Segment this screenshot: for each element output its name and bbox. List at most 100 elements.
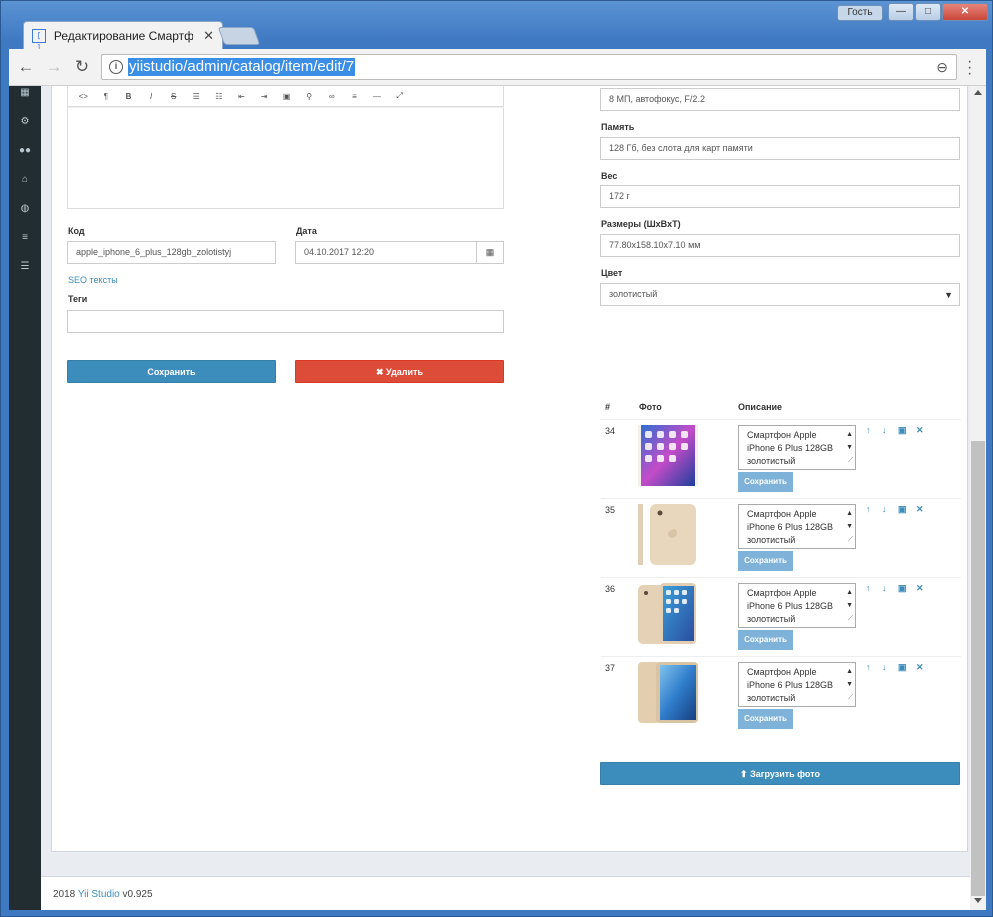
- save-button[interactable]: Сохранить: [67, 360, 276, 383]
- image-icon[interactable]: ▣: [898, 425, 907, 436]
- seo-texts-link[interactable]: SEO тексты: [68, 275, 118, 285]
- url-text[interactable]: yiistudio/admin/catalog/item/edit/7: [128, 58, 356, 76]
- delete-icon[interactable]: ✕: [916, 583, 924, 594]
- horizontal-rule-icon[interactable]: —: [366, 92, 389, 101]
- delete-icon[interactable]: ✕: [916, 662, 924, 673]
- globe-icon[interactable]: ◍: [9, 199, 41, 219]
- upload-photo-button[interactable]: ⬆ Загрузить фото: [600, 762, 960, 785]
- gear-icon[interactable]: ⚙: [9, 112, 41, 132]
- new-tab-button[interactable]: [217, 27, 261, 45]
- link-icon[interactable]: ⚲: [298, 92, 321, 101]
- delete-button[interactable]: ✖ Удалить: [295, 360, 504, 383]
- page-favicon-icon: [ ]: [32, 28, 46, 52]
- photo-description-input[interactable]: Смартфон Apple iPhone 6 Plus 128GB золот…: [738, 583, 856, 628]
- save-photo-button[interactable]: Сохранить: [738, 709, 793, 729]
- forward-arrow-icon[interactable]: →: [43, 57, 65, 79]
- paragraph-icon[interactable]: ¶: [95, 92, 118, 101]
- arrow-up-icon[interactable]: ↑: [866, 583, 871, 593]
- address-bar[interactable]: i yiistudio/admin/catalog/item/edit/7 ⊖: [101, 54, 957, 80]
- delete-icon[interactable]: ✕: [916, 425, 924, 436]
- footer-brand-link[interactable]: Yii Studio: [78, 889, 120, 900]
- spinner-icon[interactable]: ▲ ▼: [846, 665, 853, 691]
- photo-description-input[interactable]: Смартфон Apple iPhone 6 Plus 128GB золот…: [738, 425, 856, 470]
- ordered-list-icon[interactable]: ☷: [208, 92, 231, 101]
- page-scrollbar[interactable]: [970, 86, 986, 910]
- color-select-value: золотистый: [609, 289, 658, 299]
- size-input[interactable]: 77.80x158.10x7.10 мм: [600, 234, 960, 257]
- image-icon[interactable]: ▣: [898, 504, 907, 515]
- photo-description-input[interactable]: Смартфон Apple iPhone 6 Plus 128GB золот…: [738, 662, 856, 707]
- photo-description-input[interactable]: Смартфон Apple iPhone 6 Plus 128GB золот…: [738, 504, 856, 549]
- italic-icon[interactable]: I: [140, 92, 163, 101]
- description-editor[interactable]: [67, 107, 504, 209]
- code-view-icon[interactable]: <>: [72, 92, 95, 101]
- image-icon[interactable]: ▣: [898, 662, 907, 673]
- fullscreen-icon[interactable]: ⤢: [388, 91, 411, 101]
- tab-close-icon[interactable]: ✕: [203, 28, 214, 44]
- tags-input[interactable]: [67, 310, 504, 333]
- strikethrough-icon[interactable]: S: [162, 92, 185, 101]
- date-input[interactable]: 04.10.2017 12:20: [295, 241, 477, 264]
- unordered-list-icon[interactable]: ☰: [185, 92, 208, 101]
- spinner-icon[interactable]: ▲ ▼: [846, 586, 853, 612]
- users-icon[interactable]: ●●: [9, 141, 41, 161]
- unlink-icon[interactable]: ∞: [321, 92, 344, 101]
- photo-thumbnail[interactable]: [638, 662, 698, 723]
- indent-icon[interactable]: ⇥: [253, 92, 276, 101]
- resize-handle-icon[interactable]: ⟋: [848, 612, 853, 625]
- inbox-icon[interactable]: ⌂: [9, 170, 41, 190]
- resize-handle-icon[interactable]: ⟋: [848, 454, 853, 467]
- database-icon[interactable]: ☰: [9, 257, 41, 277]
- arrow-up-icon[interactable]: ↑: [866, 504, 871, 514]
- list-icon[interactable]: ≡: [9, 228, 41, 248]
- guest-profile-button[interactable]: Гость: [837, 5, 883, 21]
- browser-tab[interactable]: [ ] Редактирование Смартф ✕: [23, 21, 223, 52]
- calendar-icon[interactable]: ▦: [476, 241, 504, 264]
- admin-sidebar: ▦ ⚙ ●● ⌂ ◍ ≡ ☰: [9, 86, 41, 910]
- delete-icon[interactable]: ✕: [916, 504, 924, 515]
- image-icon[interactable]: ▣: [898, 583, 907, 594]
- arrow-up-icon[interactable]: ↑: [866, 425, 871, 435]
- memory-input[interactable]: 128 Гб, без слота для карт памяти: [600, 137, 960, 160]
- color-select[interactable]: золотистый ▼: [600, 283, 960, 306]
- arrow-down-icon[interactable]: ↓: [882, 425, 887, 435]
- save-photo-button[interactable]: Сохранить: [738, 472, 793, 492]
- photo-row: 36 Смартфон Apple iPhone 6 Plus 128GB зо…: [601, 577, 961, 656]
- image-icon[interactable]: ▣: [275, 92, 298, 101]
- save-photo-button[interactable]: Сохранить: [738, 551, 793, 571]
- resize-handle-icon[interactable]: ⟋: [848, 533, 853, 546]
- weight-input[interactable]: 172 г: [600, 185, 960, 208]
- arrow-down-icon[interactable]: ↓: [882, 504, 887, 514]
- photo-thumbnail[interactable]: [638, 583, 698, 644]
- scroll-thumb[interactable]: [971, 441, 985, 896]
- dashboard-icon[interactable]: ▦: [9, 86, 41, 103]
- tab-title: Редактирование Смартф: [53, 28, 194, 43]
- outdent-icon[interactable]: ⇤: [230, 92, 253, 101]
- arrow-down-icon[interactable]: ↓: [882, 662, 887, 672]
- info-icon[interactable]: i: [109, 60, 123, 74]
- arrow-down-icon[interactable]: ↓: [882, 583, 887, 593]
- close-window-button[interactable]: ✕: [942, 3, 988, 21]
- maximize-button[interactable]: □: [915, 3, 941, 21]
- photo-thumbnail[interactable]: [638, 504, 698, 565]
- align-icon[interactable]: ≡: [343, 92, 366, 101]
- reload-icon[interactable]: ↻: [71, 57, 93, 79]
- footer-version: v0.925: [122, 889, 153, 900]
- code-input[interactable]: apple_iphone_6_plus_128gb_zolotistyj: [67, 241, 276, 264]
- spinner-icon[interactable]: ▲ ▼: [846, 428, 853, 454]
- back-arrow-icon[interactable]: ←: [15, 57, 37, 79]
- spinner-icon[interactable]: ▲ ▼: [846, 507, 853, 533]
- camera-input[interactable]: 8 МП, автофокус, F/2.2: [600, 88, 960, 111]
- photo-thumbnail[interactable]: [638, 425, 698, 486]
- minimize-button[interactable]: —: [888, 3, 914, 21]
- bold-icon[interactable]: B: [117, 92, 140, 101]
- scroll-down-icon[interactable]: [974, 898, 982, 903]
- weight-label: Вес: [601, 171, 618, 181]
- zoom-icon[interactable]: ⊖: [936, 59, 948, 76]
- resize-handle-icon[interactable]: ⟋: [848, 691, 853, 704]
- scroll-up-icon[interactable]: [974, 90, 982, 95]
- arrow-up-icon[interactable]: ↑: [866, 662, 871, 672]
- browser-window: — □ ✕ Гость [ ] Редактирование Смартф ✕ …: [0, 0, 993, 917]
- save-photo-button[interactable]: Сохранить: [738, 630, 793, 650]
- browser-menu-icon[interactable]: · · ·: [967, 54, 972, 82]
